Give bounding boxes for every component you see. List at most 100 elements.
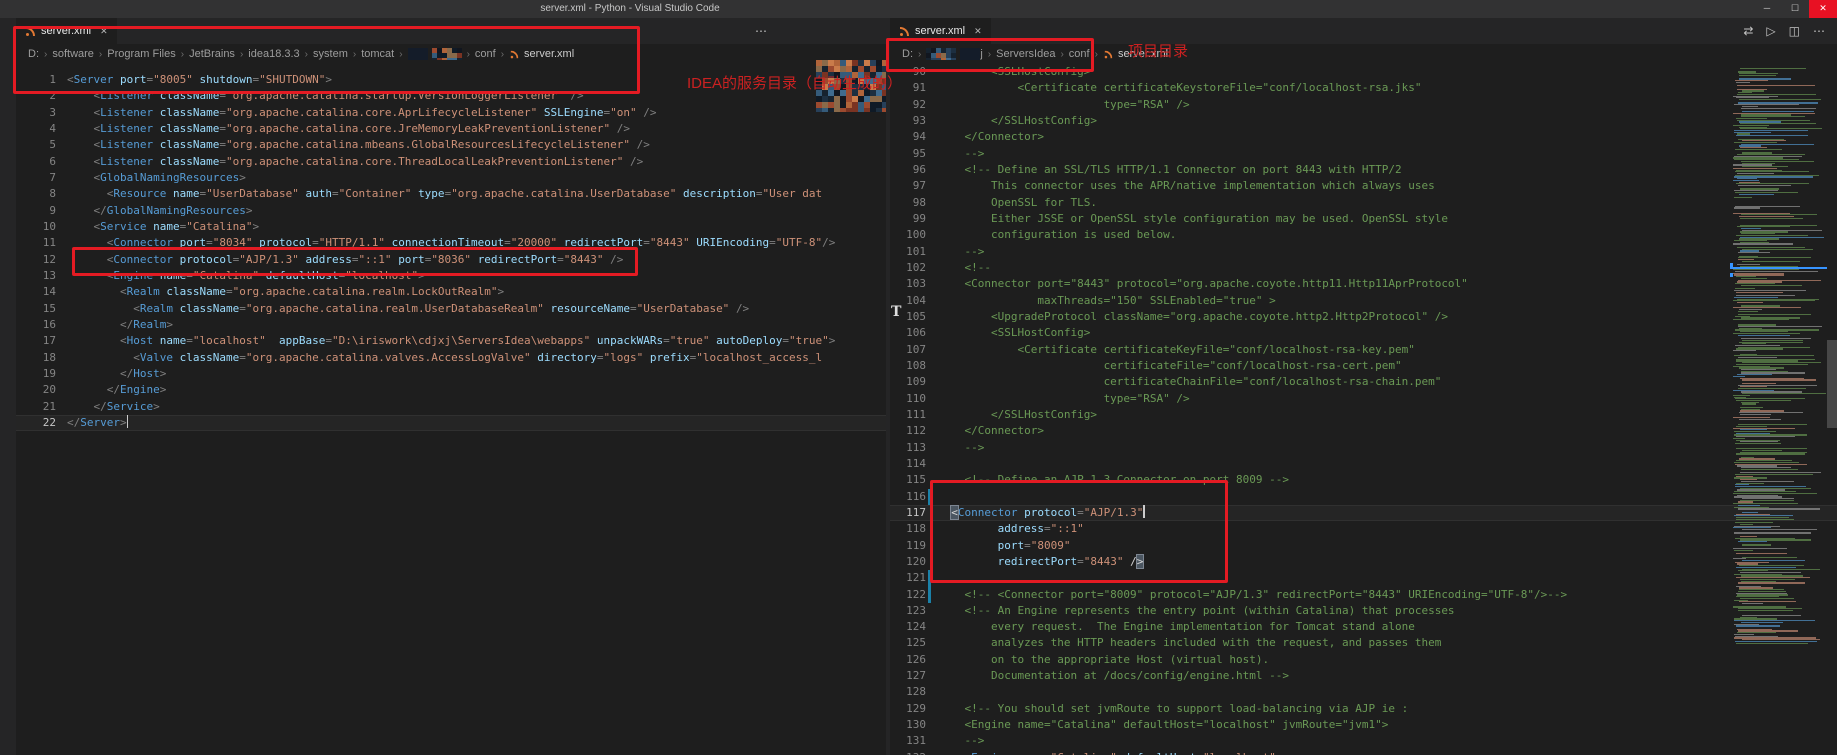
breadcrumb-segment[interactable]: conf [475, 48, 496, 60]
code-line[interactable]: 96 <!-- Define an SSL/TLS HTTP/1.1 Conne… [890, 162, 1837, 178]
tab-server-xml-left[interactable]: server.xml ✕ [16, 18, 118, 44]
code-line[interactable]: 105 <UpgradeProtocol className="org.apac… [890, 309, 1837, 325]
code-line[interactable]: 4 <Listener className="org.apache.catali… [16, 121, 886, 137]
breadcrumb-segment[interactable]: software [52, 48, 94, 60]
code-line[interactable]: 111 </SSLHostConfig> [890, 407, 1837, 423]
code-line[interactable]: 129 <!-- You should set jvmRoute to supp… [890, 701, 1837, 717]
breadcrumb-segment[interactable]: D: [902, 48, 913, 60]
code-line[interactable]: 14 <Realm className="org.apache.catalina… [16, 284, 886, 300]
code-line[interactable]: 110 type="RSA" /> [890, 391, 1837, 407]
close-tab-icon[interactable]: ✕ [100, 26, 108, 37]
code-line[interactable]: 124 every request. The Engine implementa… [890, 619, 1837, 635]
code-line[interactable]: 7 <GlobalNamingResources> [16, 170, 886, 186]
breadcrumb-segment[interactable]: ServersIdea [996, 48, 1055, 60]
code-editor-left[interactable]: 1<Server port="8005" shutdown="SHUTDOWN"… [16, 64, 886, 755]
code-line[interactable]: 20 </Engine> [16, 382, 886, 398]
code-line[interactable]: 10 <Service name="Catalina"> [16, 219, 886, 235]
activity-bar[interactable] [0, 18, 17, 755]
code-line[interactable]: 131 --> [890, 733, 1837, 749]
code-line[interactable]: 9 </GlobalNamingResources> [16, 203, 886, 219]
close-tab-icon[interactable]: ✕ [974, 26, 982, 37]
code-line[interactable]: 16 </Realm> [16, 317, 886, 333]
more-actions-icon[interactable]: ⋯ [755, 18, 767, 44]
code-line[interactable]: 11 <Connector port="8034" protocol="HTTP… [16, 235, 886, 251]
breadcrumb-segment[interactable]: JetBrains [189, 48, 235, 60]
code-line[interactable]: 132 <Engine name="Catalina" defaultHost=… [890, 750, 1837, 755]
code-line[interactable]: 98 OpenSSL for TLS. [890, 195, 1837, 211]
breadcrumb-segment[interactable]: j [980, 48, 982, 60]
scrollbar-thumb[interactable] [1827, 340, 1837, 428]
minimap[interactable] [1730, 68, 1827, 755]
minimize-button[interactable]: ─ [1753, 0, 1781, 18]
close-button[interactable]: ✕ [1809, 0, 1837, 18]
code-line[interactable]: 103 <Connector port="8443" protocol="org… [890, 276, 1837, 292]
chevron-separator-icon: › [353, 49, 356, 60]
code-line[interactable]: 15 <Realm className="org.apache.catalina… [16, 301, 886, 317]
code-line[interactable]: 99 Either JSSE or OpenSSL style configur… [890, 211, 1837, 227]
code-line[interactable]: 117 <Connector protocol="AJP/1.3" [890, 505, 1837, 521]
code-line[interactable]: 91 <Certificate certificateKeystoreFile=… [890, 80, 1837, 96]
code-line[interactable]: 120 redirectPort="8443" /> [890, 554, 1837, 570]
code-line[interactable]: 12 <Connector protocol="AJP/1.3" address… [16, 252, 886, 268]
breadcrumb-segment[interactable]: Program Files [107, 48, 175, 60]
code-line[interactable]: 18 <Valve className="org.apache.catalina… [16, 350, 886, 366]
code-line[interactable]: 130 <Engine name="Catalina" defaultHost=… [890, 717, 1837, 733]
code-line[interactable]: 2 <Listener className="org.apache.catali… [16, 88, 886, 104]
code-line[interactable]: 118 address="::1" [890, 521, 1837, 537]
code-editor-right[interactable]: 90 <SSLHostConfig>91 <Certificate certif… [890, 64, 1837, 755]
code-line[interactable]: 21 </Service> [16, 399, 886, 415]
code-line[interactable]: 101 --> [890, 244, 1837, 260]
run-icon[interactable]: ▷ [1766, 18, 1775, 44]
code-line[interactable]: 8 <Resource name="UserDatabase" auth="Co… [16, 186, 886, 202]
code-line[interactable]: 119 port="8009" [890, 538, 1837, 554]
code-line[interactable]: 123 <!-- An Engine represents the entry … [890, 603, 1837, 619]
code-line[interactable]: 107 <Certificate certificateKeyFile="con… [890, 342, 1837, 358]
code-line[interactable]: 116 [890, 489, 1837, 505]
code-line[interactable]: 112 </Connector> [890, 423, 1837, 439]
code-line[interactable]: 115 <!-- Define an AJP 1.3 Connector on … [890, 472, 1837, 488]
breadcrumb-segment[interactable]: server.xml [1118, 48, 1168, 60]
split-editor-icon[interactable]: ◫ [1789, 18, 1800, 44]
code-line[interactable]: 106 <SSLHostConfig> [890, 325, 1837, 341]
line-number: 132 [890, 750, 926, 755]
code-line[interactable]: 126 on to the appropriate Host (virtual … [890, 652, 1837, 668]
breadcrumb-segment[interactable]: conf [1069, 48, 1090, 60]
code-line[interactable]: 100 configuration is used below. [890, 227, 1837, 243]
line-number: 22 [16, 415, 56, 431]
open-changes-icon[interactable]: ⇄ [1743, 18, 1753, 44]
code-line[interactable]: 108 certificateFile="conf/localhost-rsa-… [890, 358, 1837, 374]
code-line[interactable]: 125 analyzes the HTTP headers included w… [890, 635, 1837, 651]
code-line[interactable]: 22</Server> [16, 415, 886, 431]
maximize-button[interactable]: ☐ [1781, 0, 1809, 18]
code-line[interactable]: 104 maxThreads="150" SSLEnabled="true" > [890, 293, 1837, 309]
code-line[interactable]: 122 <!-- <Connector port="8009" protocol… [890, 587, 1837, 603]
tab-server-xml-right[interactable]: server.xml ✕ [890, 18, 992, 44]
code-line[interactable]: 114 [890, 456, 1837, 472]
code-line[interactable]: 17 <Host name="localhost" appBase="D:\ir… [16, 333, 886, 349]
code-line[interactable]: 90 <SSLHostConfig> [890, 64, 1837, 80]
breadcrumb-segment[interactable]: D: [28, 48, 39, 60]
code-line[interactable]: 94 </Connector> [890, 129, 1837, 145]
breadcrumb-segment[interactable]: server.xml [524, 48, 574, 60]
breadcrumb-segment[interactable]: idea18.3.3 [248, 48, 299, 60]
code-line[interactable]: 1<Server port="8005" shutdown="SHUTDOWN"… [16, 72, 886, 88]
code-line[interactable]: 95 --> [890, 146, 1837, 162]
more-actions-icon[interactable]: ⋯ [1813, 18, 1825, 44]
code-line[interactable]: 109 certificateChainFile="conf/localhost… [890, 374, 1837, 390]
code-line[interactable]: 127 Documentation at /docs/config/engine… [890, 668, 1837, 684]
code-line[interactable]: 19 </Host> [16, 366, 886, 382]
code-line[interactable]: 97 This connector uses the APR/native im… [890, 178, 1837, 194]
code-line[interactable]: 102 <!-- [890, 260, 1837, 276]
code-line[interactable]: 5 <Listener className="org.apache.catali… [16, 137, 886, 153]
breadcrumb-right: D:›j›ServersIdea›conf›server.xml [890, 44, 1837, 64]
breadcrumb-segment[interactable]: system [313, 48, 348, 60]
breadcrumb-segment[interactable]: tomcat [361, 48, 394, 60]
code-line[interactable]: 13 <Engine name="Catalina" defaultHost="… [16, 268, 886, 284]
code-line[interactable]: 6 <Listener className="org.apache.catali… [16, 154, 886, 170]
code-line[interactable]: 93 </SSLHostConfig> [890, 113, 1837, 129]
code-line[interactable]: 128 [890, 684, 1837, 700]
code-line[interactable]: 3 <Listener className="org.apache.catali… [16, 105, 886, 121]
code-line[interactable]: 113 --> [890, 440, 1837, 456]
code-line[interactable]: 92 type="RSA" /> [890, 97, 1837, 113]
code-line[interactable]: 121 [890, 570, 1837, 586]
